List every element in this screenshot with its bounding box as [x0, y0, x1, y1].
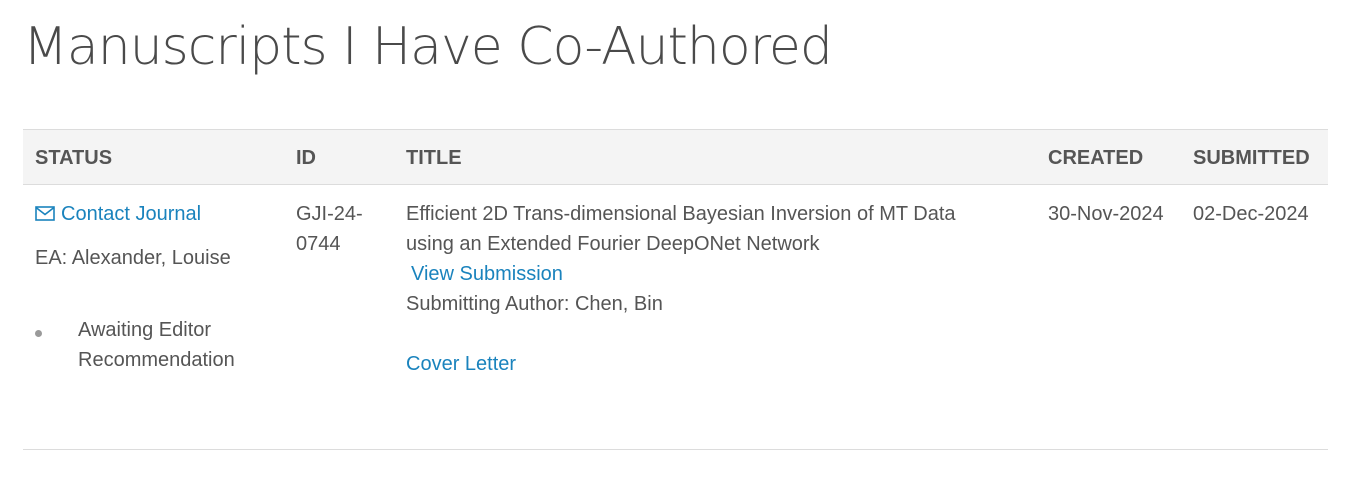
submitting-author: Submitting Author: Chen, Bin [406, 293, 663, 315]
header-created[interactable]: CREATED [1048, 147, 1143, 170]
view-submission-link[interactable]: View Submission [411, 259, 563, 289]
contact-journal-link[interactable]: Contact Journal [35, 199, 201, 229]
status-line-1: Awaiting Editor [78, 319, 212, 341]
manuscript-title: Efficient 2D Trans-dimensional Bayesian … [406, 199, 956, 259]
status-text: Awaiting Editor Recommendation [78, 315, 235, 375]
header-status[interactable]: STATUS [35, 147, 112, 170]
manuscripts-table: STATUS ID TITLE CREATED SUBMITTED Contac… [23, 129, 1328, 450]
title-line-1: Efficient 2D Trans-dimensional Bayesian … [406, 203, 956, 225]
table-row: Contact Journal EA: Alexander, Louise Aw… [23, 185, 1328, 450]
editor-assignment: EA: Alexander, Louise [35, 247, 231, 269]
status-line-2: Recommendation [78, 349, 235, 371]
manuscript-id-line-1: GJI-24- [296, 203, 363, 225]
table-header: STATUS ID TITLE CREATED SUBMITTED [23, 129, 1328, 185]
page-title: Manuscripts I Have Co-Authored [23, 17, 833, 77]
manuscript-id: GJI-24- 0744 [296, 199, 363, 259]
manuscript-id-line-2: 0744 [296, 233, 341, 255]
header-submitted[interactable]: SUBMITTED [1193, 147, 1310, 170]
cover-letter-link[interactable]: Cover Letter [406, 349, 516, 379]
header-id[interactable]: ID [296, 147, 316, 170]
header-title[interactable]: TITLE [406, 147, 462, 170]
cover-letter-label: Cover Letter [406, 353, 517, 375]
title-line-2: using an Extended Fourier DeepONet Netwo… [406, 233, 820, 255]
status-bullet [35, 330, 42, 337]
view-submission-label: View Submission [411, 263, 563, 285]
contact-journal-label: Contact Journal [61, 203, 202, 225]
submitted-date: 02-Dec-2024 [1193, 203, 1309, 225]
envelope-icon [35, 206, 55, 221]
created-date: 30-Nov-2024 [1048, 203, 1164, 225]
